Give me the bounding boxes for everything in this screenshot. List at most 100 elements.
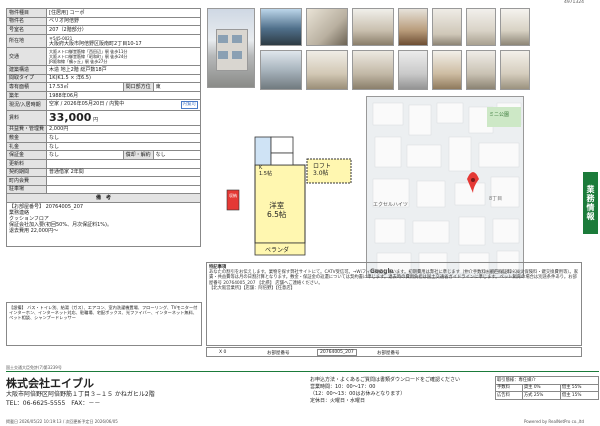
- built-label: 築年: [5, 90, 48, 101]
- company-tel: TEL：06-6625-5555 FAX：－－: [6, 400, 101, 407]
- ad-value: 方式 25%: [521, 391, 561, 400]
- key-money-label: 礼金: [5, 141, 48, 152]
- transaction-title: 取引態様：専任媒介: [495, 376, 599, 385]
- direction-label: 間口部方位: [122, 82, 154, 92]
- guarantee-value: なし: [46, 150, 124, 160]
- status-label: 現況/入居時期: [5, 99, 48, 111]
- fee-label: 町内会費: [5, 176, 48, 186]
- traffic-label: 交通: [5, 47, 48, 66]
- amort-label: 償却・解約: [122, 150, 154, 160]
- key-money-value: なし: [46, 141, 201, 152]
- loft-size: 3.0帖: [313, 170, 329, 177]
- storage-label: 収納: [229, 193, 237, 198]
- name-value: ベリオ阿倍野: [46, 16, 201, 27]
- photo-7: [500, 8, 530, 46]
- ad-value: 借主 15%: [559, 391, 600, 400]
- room-label: 洋室: [269, 201, 285, 210]
- room-size: 6.5帖: [267, 210, 287, 219]
- rent-label: 賃料: [5, 109, 48, 126]
- photo-14: [500, 50, 530, 90]
- direction-value: 東: [152, 82, 202, 92]
- parking-value: [46, 184, 201, 195]
- photo-4: [398, 8, 428, 46]
- photo-3: [352, 8, 394, 46]
- parking-label: 駐車場: [5, 184, 48, 195]
- company-address: 大阪市阿倍野区阿倍野筋１丁目３−１５ かねガヒル2階: [6, 391, 155, 398]
- layout-value: 1K(K1.5 × 洋6.5): [46, 73, 201, 84]
- fee-value: [46, 176, 201, 186]
- renewal-label: 更新料: [5, 158, 48, 169]
- doc-number: 4971324: [563, 0, 584, 5]
- rent-value: 33,000: [49, 110, 92, 124]
- property-table: 物件種目 [住居用] コーポ 物件名 ベリオ阿倍野 号室名 207（2階部分） 所在地…: [5, 8, 202, 247]
- features-box: 【設備】 バス・トイレ別、給湯（ガス）、エアコン、室内洗濯機置場、フローリング、…: [6, 302, 202, 346]
- veranda-label: ベランダ: [265, 247, 290, 254]
- divider: [6, 371, 599, 372]
- photo-12: [432, 50, 462, 90]
- notes-body: あなたの割引をお伝えします。業物を探す弊社サイトにて。CATV受信可。→Wiフィ…: [209, 270, 579, 286]
- bikou-title: 備 考: [6, 193, 201, 203]
- side-tab[interactable]: 業務情報: [583, 172, 598, 234]
- room-value: 207（2階部分）: [46, 25, 201, 35]
- deposit-label: 敷金: [5, 133, 48, 143]
- type-label: 物件種目: [5, 8, 48, 18]
- notes-box: 特記事項 あなたの割引をお伝えします。業物を探す弊社サイトにて。CATV受信可。…: [206, 262, 582, 346]
- photo-5: [432, 8, 462, 46]
- viewing-badge: 内覧可: [180, 101, 198, 110]
- notes-extra: 【北大阪営業所】【店舗：阿倍野】【任意店】: [209, 285, 295, 291]
- photo-10: [352, 50, 394, 90]
- holiday: 定休日：火曜日・水曜日: [310, 398, 366, 404]
- area-label: 専有面積: [5, 82, 48, 92]
- address-value: 大阪府大阪市阿倍野区阪南町2丁目10-17: [49, 40, 142, 47]
- license: 国土交通大臣免許(7)第3239号: [6, 365, 62, 370]
- mgmt-label: 共益費・管理費: [5, 124, 48, 135]
- code-right: お部屋番号: [377, 351, 400, 356]
- map-roads: [367, 97, 523, 277]
- area-value: 17.53㎡: [46, 82, 124, 92]
- loft-label: ロフト: [313, 163, 332, 170]
- fee-label: 手数料: [495, 383, 523, 392]
- mgmt-value: 2,000円: [46, 124, 201, 135]
- floor-plan: ロフト 3.0帖 洋室 6.5帖 K 1.5帖 ベランダ 収納: [215, 135, 355, 257]
- map-label: ミニ公園: [489, 112, 510, 118]
- photo-2: [306, 8, 348, 46]
- amort-value: なし: [152, 150, 202, 160]
- transaction-table: 取引態様：専任媒介 手数料 貸主 0% 借主 55% 広告料 方式 25% 借主 15%: [495, 376, 600, 400]
- deposit-value: なし: [46, 133, 201, 143]
- photo-1: [260, 8, 302, 46]
- renewal-value: [46, 158, 201, 169]
- fee-value: 借主 55%: [559, 383, 600, 392]
- code-label: お部屋番号: [267, 351, 290, 356]
- room-label: 号室名: [5, 25, 48, 35]
- structure-label: 建築構造: [5, 64, 48, 75]
- contract-value: 普通借家 2年間: [46, 167, 201, 178]
- bikou-line: 退去費用 22,000円〜: [9, 227, 59, 234]
- photo-9: [306, 50, 348, 90]
- powered-by: Powered by RealNetPro co.,ltd: [523, 419, 584, 424]
- photo-11: [398, 50, 428, 90]
- business-hours: 営業時間：10：00〜17：00: [310, 384, 376, 390]
- status-value: 空家 / 2026年05月20日 / 内覧中: [49, 101, 125, 108]
- exterior-photo: [207, 8, 255, 88]
- room-code: 20764005_207: [317, 349, 357, 356]
- structure-value: 木造 地上2階 総戸数18戸: [46, 64, 201, 75]
- print-date: 掲載日 2026/05/22 10:19:13 / 次回更新予定日 2026/0…: [6, 419, 118, 424]
- ad-label: 広告料: [495, 391, 523, 400]
- map[interactable]: エクセルハイツ 8丁目 ミニ公園 Google 地図データ ©2026: [366, 96, 524, 278]
- traffic-line: JR阪和線「鶴ヶ丘」駅 徒歩27分: [49, 59, 108, 65]
- map-label: エクセルハイツ: [373, 202, 408, 208]
- photo-6: [466, 8, 496, 46]
- photo-13: [466, 50, 496, 90]
- map-label: 8丁目: [489, 196, 503, 202]
- built-value: 1988年06月: [46, 90, 201, 101]
- kitchen-size: 1.5帖: [259, 171, 272, 177]
- photo-8: [260, 50, 302, 90]
- contact-info: お申込方法・よくあるご質問は書類ダウンロードをご確認ください 営業時間：10：0…: [310, 377, 460, 405]
- rent-unit: 円: [93, 116, 99, 123]
- type-value: [住居用] コーポ: [46, 8, 201, 18]
- contact-note: お申込方法・よくあるご質問は書類ダウンロードをご確認ください: [310, 377, 461, 383]
- address-label: 所在地: [5, 33, 48, 49]
- break-hours: （12：00〜13：00はお休みとなります）: [310, 391, 406, 397]
- layout-label: 間取タイプ: [5, 73, 48, 84]
- fee-value: 貸主 0%: [521, 383, 561, 392]
